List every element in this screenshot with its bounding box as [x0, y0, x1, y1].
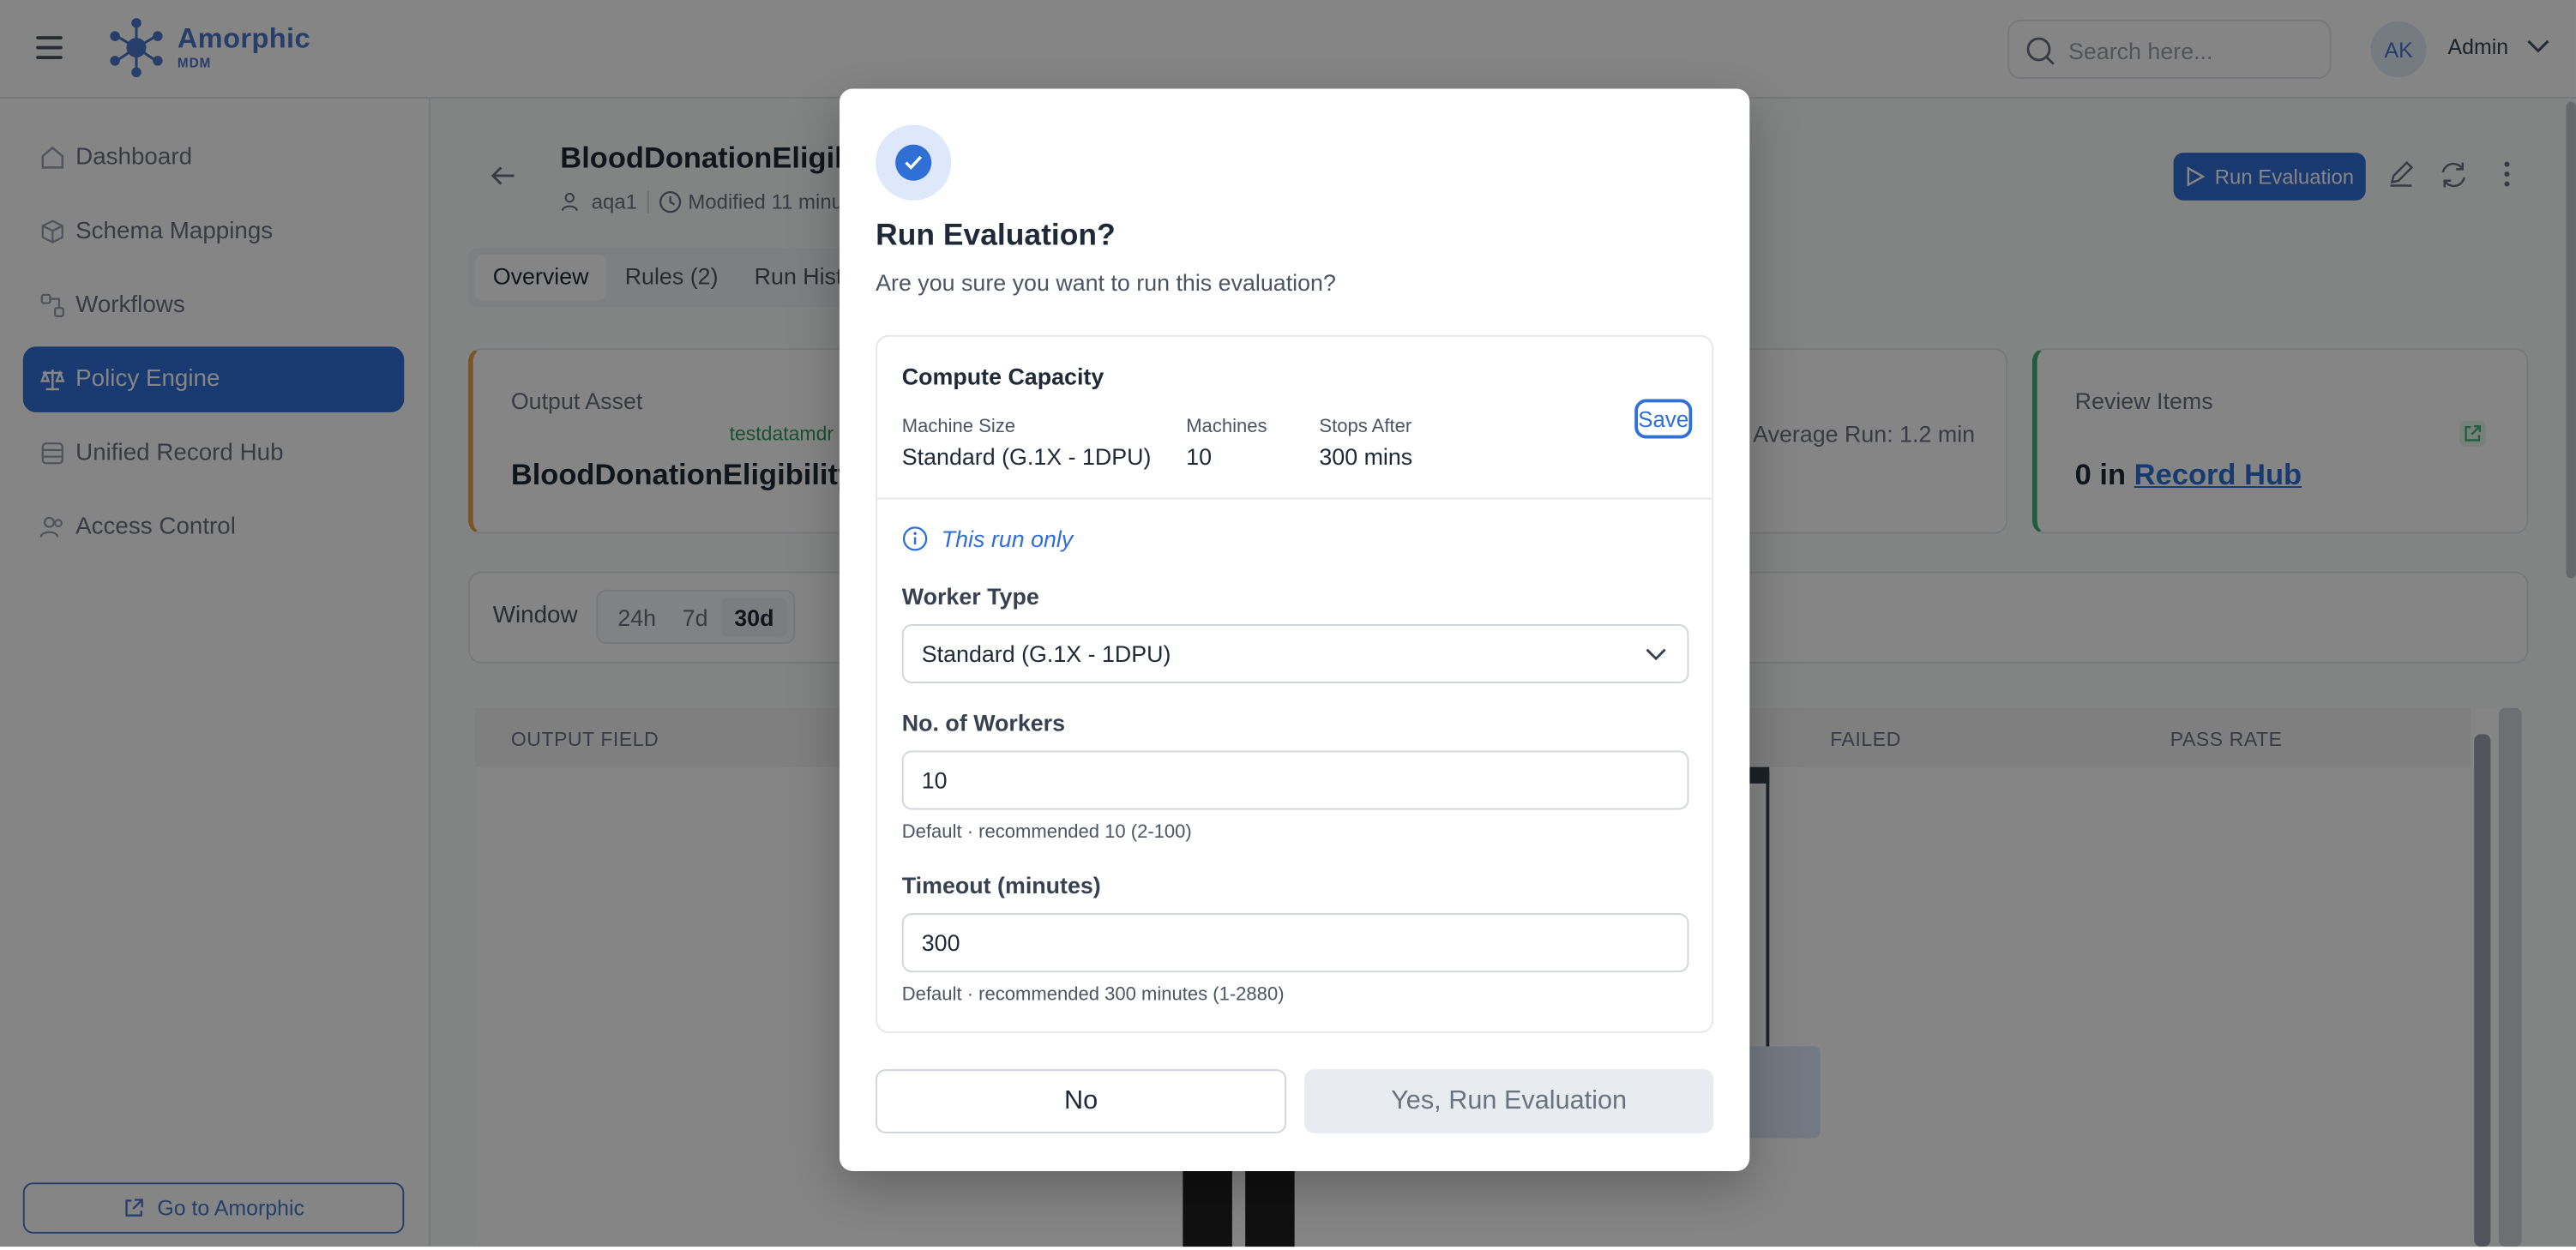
timeout-value: 300 [921, 929, 960, 956]
run-evaluation-dialog: Run Evaluation? Are you sure you want to… [839, 88, 1750, 1171]
machines-value: 10 [1186, 443, 1213, 470]
compute-capacity-panel: Compute Capacity Machine Size Standard (… [876, 334, 1714, 1034]
workers-label: No. of Workers [901, 709, 1066, 736]
timeout-input[interactable]: 300 [901, 913, 1689, 973]
yes-run-evaluation-button[interactable]: Yes, Run Evaluation [1304, 1069, 1714, 1133]
save-button[interactable]: Save [1634, 399, 1693, 439]
timeout-help: Default · recommended 300 minutes (1-288… [901, 985, 1285, 1006]
machine-size-label: Machine Size [901, 417, 1016, 437]
this-run-only-note: This run only [902, 526, 1074, 552]
divider [877, 497, 1712, 500]
workers-input[interactable]: 10 [901, 750, 1689, 810]
worker-type-value: Standard (G.1X - 1DPU) [921, 640, 1171, 667]
machine-size-field: Machine Size Standard (G.1X - 1DPU) [902, 418, 1152, 470]
dialog-title: Run Evaluation? [876, 216, 1116, 252]
no-button[interactable]: No [876, 1069, 1287, 1133]
dialog-description: Are you sure you want to run this evalua… [876, 269, 1336, 296]
workers-value: 10 [921, 766, 948, 794]
check-icon [905, 155, 923, 170]
stops-after-label: Stops After [1319, 417, 1412, 437]
timeout-label: Timeout (minutes) [901, 872, 1101, 898]
compute-capacity-title: Compute Capacity [901, 363, 1104, 390]
stops-after-field: Stops After 300 mins [1319, 418, 1412, 470]
stops-after-value: 300 mins [1319, 443, 1413, 470]
workers-help: Default · recommended 10 (2-100) [901, 822, 1192, 843]
check-badge [876, 124, 952, 201]
chevron-down-icon [1646, 648, 1666, 661]
info-icon [902, 526, 928, 551]
worker-type-label: Worker Type [901, 583, 1039, 610]
machines-label: Machines [1186, 417, 1267, 437]
machines-field: Machines 10 [1186, 418, 1267, 470]
machine-size-value: Standard (G.1X - 1DPU) [901, 443, 1152, 470]
this-run-only-text: This run only [941, 526, 1074, 552]
worker-type-select[interactable]: Standard (G.1X - 1DPU) [901, 624, 1689, 683]
